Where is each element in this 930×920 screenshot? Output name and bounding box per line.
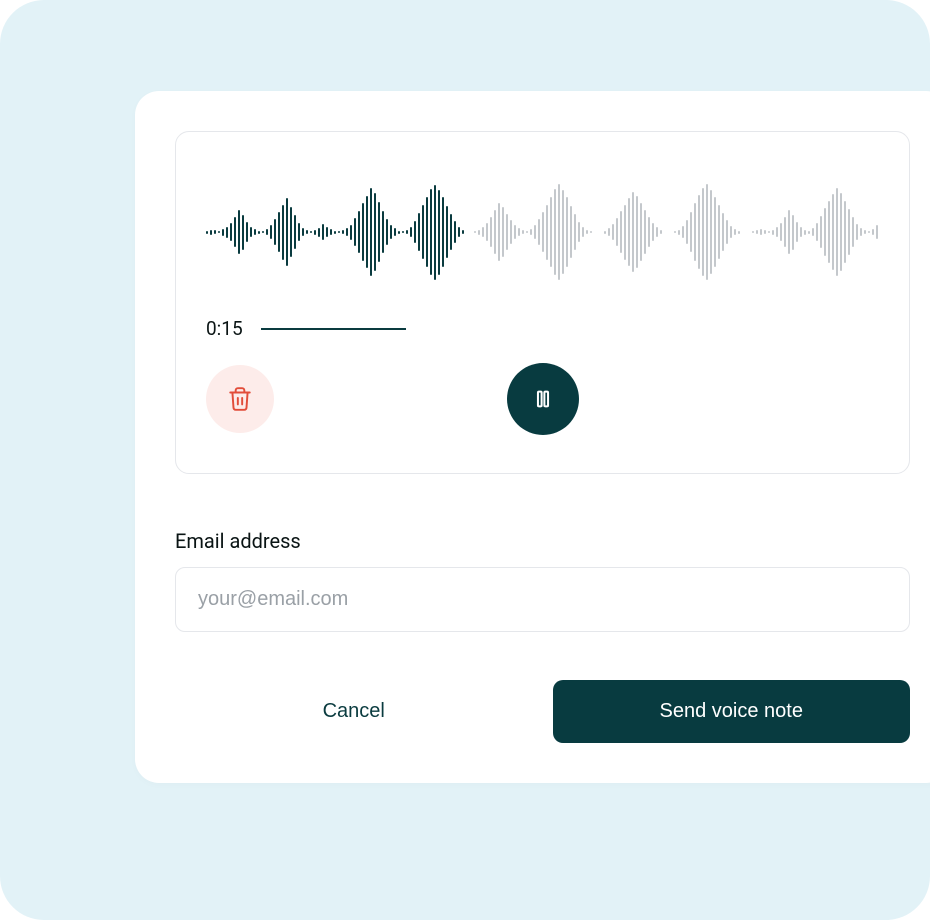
- waveform-display[interactable]: [206, 177, 879, 287]
- email-field[interactable]: [175, 567, 910, 632]
- recorder-controls: [206, 365, 879, 433]
- recording-panel: 0:15: [175, 131, 910, 474]
- elapsed-time: 0:15: [206, 317, 243, 340]
- delete-button[interactable]: [206, 365, 274, 433]
- progress-indicator[interactable]: [261, 328, 406, 330]
- trash-icon: [227, 386, 253, 412]
- pause-icon: [532, 388, 554, 410]
- pause-button[interactable]: [507, 363, 579, 435]
- send-button[interactable]: Send voice note: [553, 680, 911, 743]
- playback-progress: 0:15: [206, 317, 879, 340]
- voice-note-card: 0:15: [135, 91, 930, 783]
- cancel-button[interactable]: Cancel: [175, 680, 533, 743]
- app-background: 0:15: [0, 0, 930, 920]
- action-buttons: Cancel Send voice note: [175, 680, 910, 743]
- email-label: Email address: [175, 529, 910, 553]
